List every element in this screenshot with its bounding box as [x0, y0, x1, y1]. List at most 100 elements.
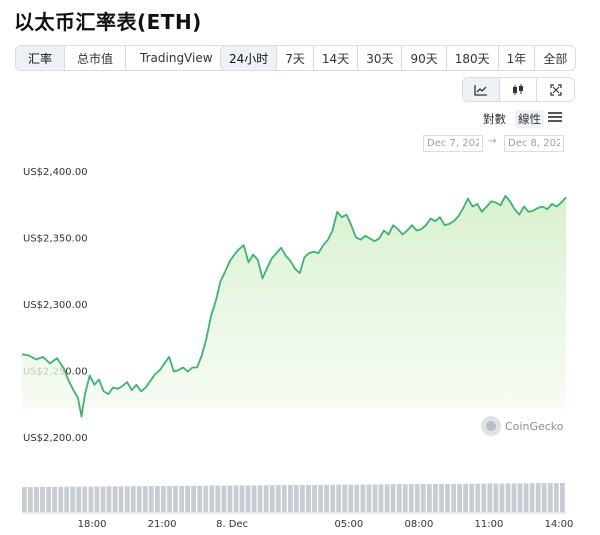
- volume-bar: [378, 484, 384, 512]
- volume-bar: [155, 486, 160, 512]
- volume-bar: [197, 485, 203, 512]
- volume-bar: [191, 485, 196, 512]
- volume-bar: [233, 485, 239, 512]
- volume-bar: [215, 485, 221, 512]
- volume-bar: [306, 484, 311, 512]
- volume-bar: [58, 486, 64, 512]
- volume-bar: [445, 483, 450, 512]
- volume-bar: [517, 483, 523, 512]
- volume-bar: [439, 483, 444, 512]
- y-tick-label: US$2,300.00: [23, 300, 88, 311]
- volume-bar: [112, 486, 118, 512]
- volume-bar: [475, 483, 481, 512]
- volume-bar: [372, 484, 378, 512]
- price-area: [22, 195, 566, 417]
- volume-bar: [64, 486, 70, 512]
- volume-bar: [281, 485, 287, 512]
- volume-bar: [366, 484, 372, 512]
- volume-bar: [330, 484, 336, 512]
- volume-bar: [348, 484, 354, 512]
- volume-bar: [257, 485, 263, 512]
- volume-bar: [529, 483, 535, 512]
- volume-bar: [76, 486, 82, 512]
- volume-bar: [547, 483, 553, 512]
- volume-bar: [354, 484, 360, 512]
- volume-bar: [541, 483, 547, 512]
- volume-bar: [52, 486, 57, 512]
- y-tick-label: US$2,350.00: [23, 234, 88, 245]
- x-axis-labels: 18:00 21:00 8. Dec 05:00 08:00 11:00 14:00: [78, 519, 574, 530]
- volume-bar: [493, 483, 499, 512]
- volume-bar: [451, 483, 456, 512]
- x-tick-label: 21:00: [148, 519, 177, 530]
- x-tick-label: 18:00: [78, 519, 107, 530]
- volume-bar: [408, 484, 414, 512]
- volume-bar: [245, 485, 251, 512]
- volume-bar: [124, 486, 130, 512]
- volume-bar: [142, 486, 148, 512]
- volume-bar: [185, 485, 190, 512]
- volume-bar: [469, 483, 475, 512]
- volume-bar: [402, 484, 408, 512]
- volume-bar: [487, 483, 493, 512]
- volume-bar: [427, 484, 432, 512]
- volume-bar: [269, 485, 275, 512]
- volume-bar: [523, 483, 529, 512]
- volume-bar: [300, 485, 305, 512]
- volume-bar: [396, 484, 402, 512]
- volume-bar: [288, 485, 293, 512]
- volume-bar: [312, 484, 317, 512]
- volume-bar: [251, 485, 257, 512]
- volume-bar: [28, 487, 33, 512]
- volume-bar: [433, 484, 438, 512]
- volume-bar: [275, 485, 281, 512]
- volume-bar: [457, 483, 462, 512]
- volume-bar: [203, 485, 209, 512]
- x-tick-label: 08:00: [404, 519, 433, 530]
- volume-bar: [505, 483, 511, 512]
- brand-name: CoinGecko: [505, 419, 564, 433]
- volume-bar: [499, 483, 505, 512]
- volume-bar: [239, 485, 245, 512]
- volume-bar: [263, 485, 269, 512]
- x-tick-label: 11:00: [475, 519, 504, 530]
- volume-bar: [46, 486, 51, 512]
- volume-bar: [100, 486, 106, 512]
- volume-bar: [161, 486, 166, 512]
- volume-bar: [481, 483, 487, 512]
- volume-bar: [82, 486, 88, 512]
- volume-bar: [390, 484, 396, 512]
- volume-bar: [118, 486, 124, 512]
- volume-bar: [70, 486, 76, 512]
- volume-bar: [336, 484, 342, 512]
- volume-bar: [384, 484, 390, 512]
- volume-bar: [130, 486, 136, 512]
- volume-bar: [560, 483, 565, 512]
- volume-bar: [221, 485, 227, 512]
- volume-bar: [34, 487, 39, 512]
- volume-bar: [342, 484, 348, 512]
- volume-bar: [179, 485, 184, 512]
- volume-bar: [88, 486, 94, 512]
- volume-bar: [294, 485, 299, 512]
- volume-bar: [463, 483, 468, 512]
- volume-bar: [136, 486, 142, 512]
- volume-bar: [106, 486, 112, 512]
- y-tick-label: US$2,400.00: [23, 167, 88, 178]
- volume-bar: [209, 485, 215, 512]
- volume-bar: [318, 484, 323, 512]
- x-tick-label: 14:00: [545, 519, 574, 530]
- coingecko-logo-icon: [481, 416, 501, 436]
- volume-bar: [22, 487, 27, 512]
- volume-bars: [22, 483, 565, 512]
- volume-bar: [360, 484, 366, 512]
- volume-bar: [40, 486, 45, 512]
- volume-bar: [420, 484, 426, 512]
- x-tick-label: 05:00: [334, 519, 363, 530]
- volume-bar: [148, 486, 154, 512]
- volume-bar: [94, 486, 100, 512]
- volume-bar: [535, 483, 541, 512]
- volume-bar: [324, 484, 329, 512]
- volume-bar: [167, 486, 172, 512]
- x-tick-label: 8. Dec: [216, 519, 248, 530]
